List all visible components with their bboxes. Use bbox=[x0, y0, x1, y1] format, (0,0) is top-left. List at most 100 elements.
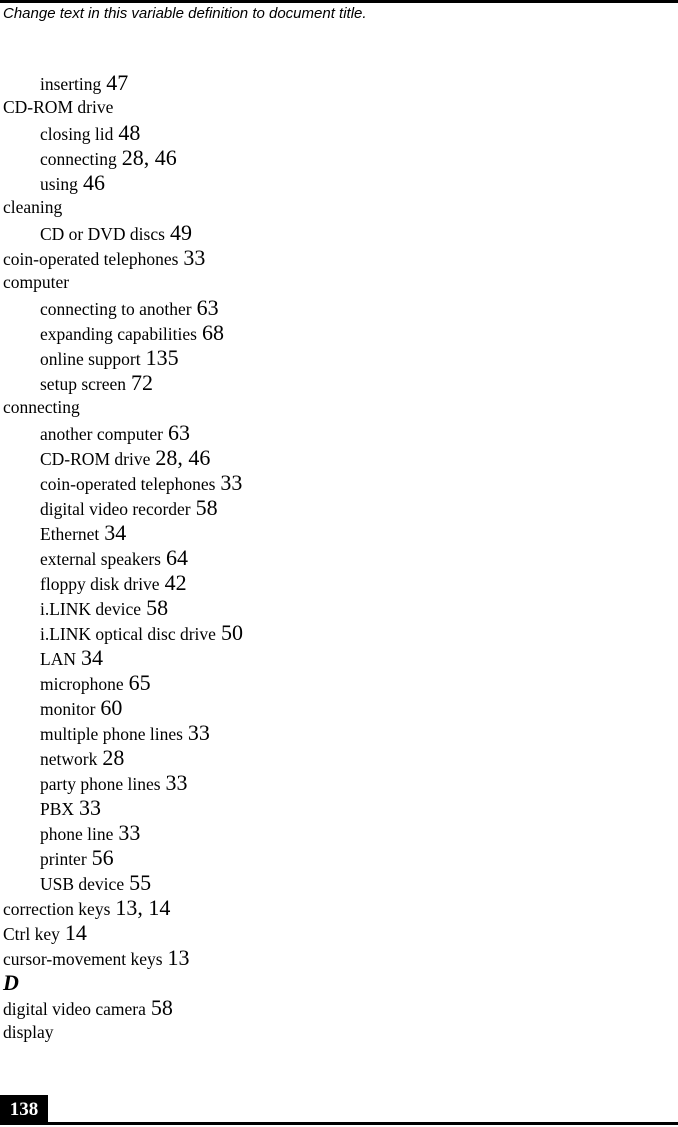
index-entry: connecting bbox=[3, 395, 243, 420]
index-entry: correction keys 13, 14 bbox=[3, 895, 243, 920]
index-subentry: PBX 33 bbox=[3, 795, 243, 820]
index-subentry: i.LINK device 58 bbox=[3, 595, 243, 620]
index-subentry: external speakers 64 bbox=[3, 545, 243, 570]
index-subentry: party phone lines 33 bbox=[3, 770, 243, 795]
index-page-reference[interactable]: 42 bbox=[165, 570, 187, 595]
index-page-reference[interactable]: 55 bbox=[129, 870, 151, 895]
index-subentry: network 28 bbox=[3, 745, 243, 770]
index-term: digital video recorder bbox=[40, 499, 191, 519]
index-term: coin-operated telephones bbox=[3, 249, 179, 269]
index-page-reference[interactable]: 33 bbox=[188, 720, 210, 745]
index-term: i.LINK device bbox=[40, 599, 142, 619]
index-page-reference[interactable]: 64 bbox=[166, 545, 188, 570]
index-page-reference[interactable]: 33 bbox=[183, 245, 205, 270]
header-rule bbox=[0, 0, 678, 3]
index-page-reference[interactable]: 46 bbox=[83, 170, 105, 195]
index-page-reference[interactable]: 72 bbox=[131, 370, 153, 395]
running-header-title: Change text in this variable definition … bbox=[3, 5, 367, 22]
index-term: correction keys bbox=[3, 899, 111, 919]
index-subentry: Ethernet 34 bbox=[3, 520, 243, 545]
index-page-reference[interactable]: 13, 14 bbox=[115, 895, 170, 920]
index-term: connecting to another bbox=[40, 299, 192, 319]
index-page-reference[interactable]: 58 bbox=[146, 595, 168, 620]
index-page-reference[interactable]: 60 bbox=[100, 695, 122, 720]
index-page-reference[interactable]: 13 bbox=[168, 945, 190, 970]
index-term: USB device bbox=[40, 874, 125, 894]
index-page-reference[interactable]: 63 bbox=[197, 295, 219, 320]
index-term: setup screen bbox=[40, 374, 127, 394]
index-entry: cursor-movement keys 13 bbox=[3, 945, 243, 970]
index-subentry: floppy disk drive 42 bbox=[3, 570, 243, 595]
index-page-reference[interactable]: 33 bbox=[79, 795, 101, 820]
index-page-reference[interactable]: 14 bbox=[65, 920, 87, 945]
index-term: connecting bbox=[3, 397, 80, 417]
index-page-reference[interactable]: 63 bbox=[168, 420, 190, 445]
index-term: connecting bbox=[40, 149, 117, 169]
index-term: multiple phone lines bbox=[40, 724, 183, 744]
index-term: phone line bbox=[40, 824, 114, 844]
index-entry: coin-operated telephones 33 bbox=[3, 245, 243, 270]
index-letter-heading: D bbox=[3, 970, 19, 995]
index-page-reference[interactable]: 47 bbox=[106, 70, 128, 95]
index-page-reference[interactable]: 33 bbox=[220, 470, 242, 495]
index-subentry: expanding capabilities 68 bbox=[3, 320, 243, 345]
index-page-reference[interactable]: 33 bbox=[118, 820, 140, 845]
index-page-reference[interactable]: 50 bbox=[221, 620, 243, 645]
index-subentry: LAN 34 bbox=[3, 645, 243, 670]
index-subentry: another computer 63 bbox=[3, 420, 243, 445]
index-term: digital video camera bbox=[3, 999, 146, 1019]
index-page-reference[interactable]: 28, 46 bbox=[155, 445, 210, 470]
index-term: PBX bbox=[40, 799, 75, 819]
index-page-reference[interactable]: 68 bbox=[202, 320, 224, 345]
index-subentry: printer 56 bbox=[3, 845, 243, 870]
index-term: computer bbox=[3, 272, 70, 292]
index-term: printer bbox=[40, 849, 87, 869]
index-term: inserting bbox=[40, 74, 102, 94]
index-term: Ethernet bbox=[40, 524, 100, 544]
index-term: CD-ROM drive bbox=[3, 97, 114, 117]
index-term: party phone lines bbox=[40, 774, 161, 794]
index-entry: digital video camera 58 bbox=[3, 995, 243, 1020]
index-subentry: closing lid 48 bbox=[3, 120, 243, 145]
index-subentry: phone line 33 bbox=[3, 820, 243, 845]
index-subentry: CD-ROM drive 28, 46 bbox=[3, 445, 243, 470]
index-subentry: coin-operated telephones 33 bbox=[3, 470, 243, 495]
index-subentry: CD or DVD discs 49 bbox=[3, 220, 243, 245]
index-page-reference[interactable]: 28, 46 bbox=[122, 145, 177, 170]
index-subentry: microphone 65 bbox=[3, 670, 243, 695]
index-page-reference[interactable]: 34 bbox=[104, 520, 126, 545]
index-subentry: inserting 47 bbox=[3, 70, 243, 95]
index-term: Ctrl key bbox=[3, 924, 60, 944]
index-subentry: setup screen 72 bbox=[3, 370, 243, 395]
index-term: closing lid bbox=[40, 124, 114, 144]
index-page-reference[interactable]: 58 bbox=[151, 995, 173, 1020]
index-subentry: connecting to another 63 bbox=[3, 295, 243, 320]
index-term: expanding capabilities bbox=[40, 324, 197, 344]
index-term: CD-ROM drive bbox=[40, 449, 151, 469]
index-term: i.LINK optical disc drive bbox=[40, 624, 216, 644]
index-page-reference[interactable]: 56 bbox=[92, 845, 114, 870]
index-page-reference[interactable]: 65 bbox=[129, 670, 151, 695]
page-number: 138 bbox=[0, 1095, 48, 1125]
index-term: cleaning bbox=[3, 197, 63, 217]
index-term: floppy disk drive bbox=[40, 574, 160, 594]
index-entry: display bbox=[3, 1020, 243, 1045]
index-subentry: using 46 bbox=[3, 170, 243, 195]
index-term: online support bbox=[40, 349, 141, 369]
index-subentry: digital video recorder 58 bbox=[3, 495, 243, 520]
index-page-reference[interactable]: 28 bbox=[102, 745, 124, 770]
index-term: coin-operated telephones bbox=[40, 474, 216, 494]
index-term: network bbox=[40, 749, 98, 769]
index-page-reference[interactable]: 33 bbox=[166, 770, 188, 795]
index-page-reference[interactable]: 49 bbox=[170, 220, 192, 245]
index-subentry: USB device 55 bbox=[3, 870, 243, 895]
index-page-reference[interactable]: 58 bbox=[196, 495, 218, 520]
index-term: display bbox=[3, 1022, 54, 1042]
index-subentry: online support 135 bbox=[3, 345, 243, 370]
index-page-reference[interactable]: 135 bbox=[146, 345, 179, 370]
index-term: LAN bbox=[40, 649, 76, 669]
index-page-reference[interactable]: 48 bbox=[118, 120, 140, 145]
index-page-reference[interactable]: 34 bbox=[81, 645, 103, 670]
index-term: microphone bbox=[40, 674, 124, 694]
index-term: CD or DVD discs bbox=[40, 224, 165, 244]
